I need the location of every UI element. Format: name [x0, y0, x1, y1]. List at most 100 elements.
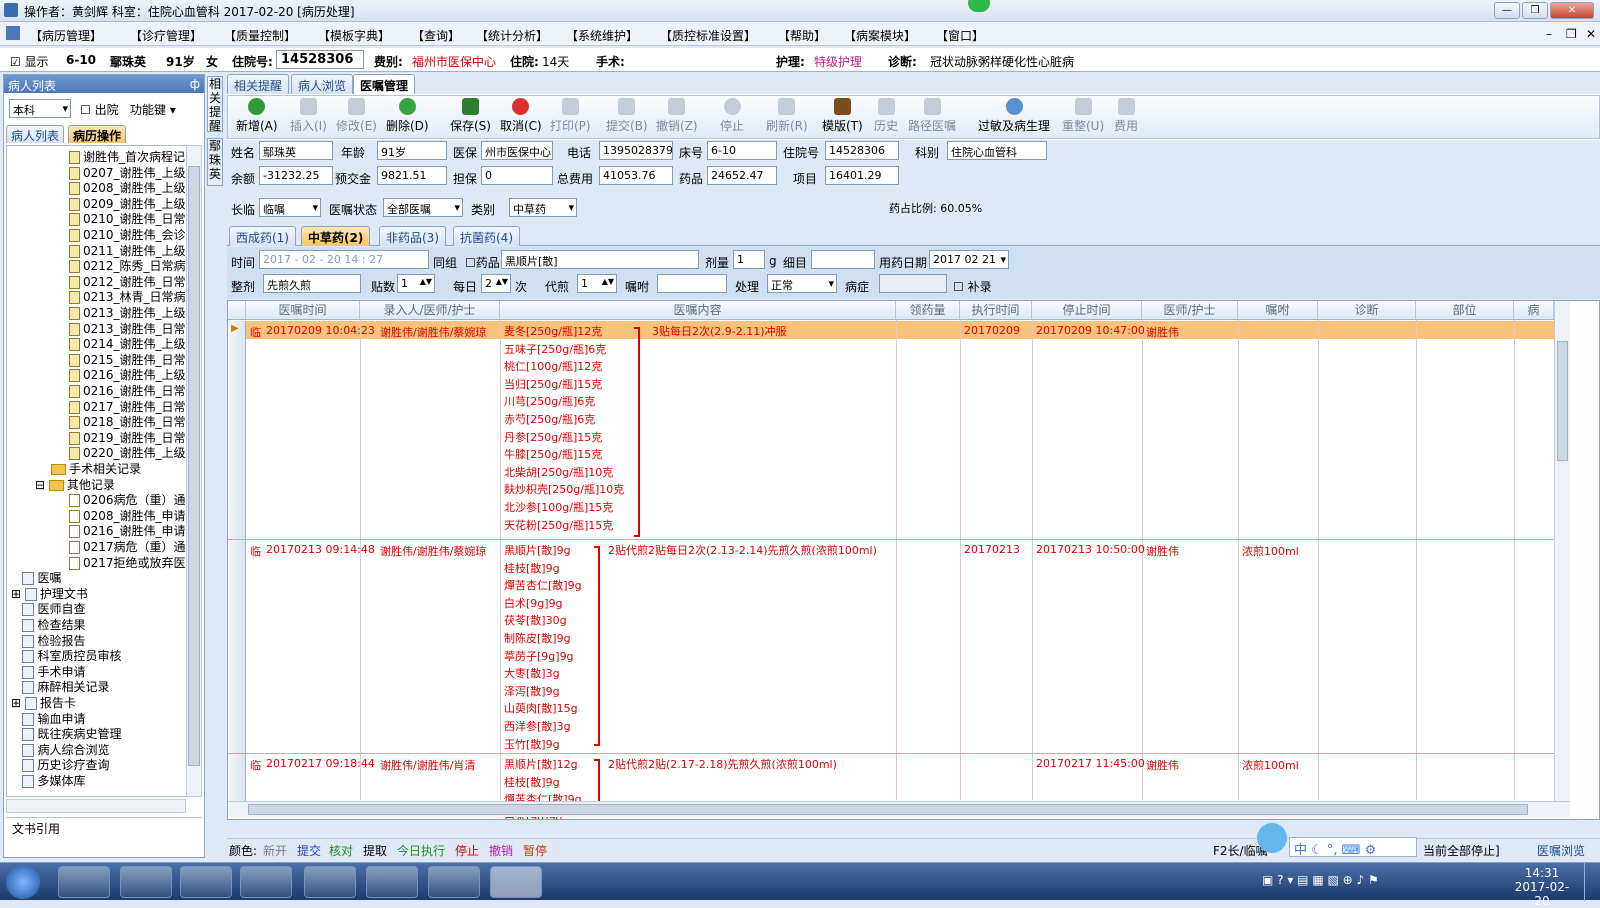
tree-item[interactable]: 0216_谢胜伟_上级 — [69, 366, 186, 383]
instruction-field[interactable] — [657, 274, 727, 293]
col-order-content[interactable]: 医嘱内容 — [500, 301, 896, 320]
ime-toolbar[interactable]: 中 ☾ °, ⌨ ⚙ — [1289, 837, 1417, 858]
col-disease[interactable]: 病 — [1514, 301, 1554, 320]
menu-item[interactable]: 【病案模块】 — [844, 27, 916, 44]
revoke-button[interactable]: 撤销(Z) — [656, 98, 698, 134]
item-cost-field[interactable]: 16401.29 — [825, 166, 899, 185]
tree-group[interactable]: ⊞ 报告卡 — [11, 694, 76, 711]
tab-patient-list[interactable]: 病人列表 — [6, 125, 65, 143]
mdi-restore-icon[interactable]: ❐ — [1566, 27, 1577, 41]
clock[interactable]: 14:31 2017-02-20 — [1512, 866, 1572, 908]
tree-item[interactable]: 0219_谢胜伟_日常 — [69, 429, 186, 446]
tab-patient-browse[interactable]: 病人浏览 — [291, 74, 354, 94]
cancel-button[interactable]: 取消(C) — [500, 98, 542, 134]
drug-checkbox[interactable]: ☐药品 — [465, 254, 500, 271]
tree-group[interactable]: 历史诊疗查询 — [11, 756, 109, 773]
minimize-button[interactable]: — — [1494, 2, 1520, 19]
ime-mascot-icon[interactable] — [1257, 823, 1287, 853]
browser-icon[interactable] — [120, 866, 172, 898]
time-field[interactable]: 2017 - 02 - 20 14 : 27 — [259, 250, 429, 269]
tree-group[interactable]: 麻醉相关记录 — [11, 678, 109, 695]
grid-vscrollbar[interactable] — [1554, 301, 1570, 801]
mdi-close-icon[interactable]: ✕ — [1586, 27, 1596, 41]
tree-group[interactable]: 科室质控员审核 — [11, 647, 121, 664]
tree-folder[interactable]: ⊟ 其他记录 — [35, 476, 115, 493]
col-entered-by[interactable]: 录入人/医师/护士 — [360, 301, 500, 320]
menu-item[interactable]: 【病历管理】 — [30, 27, 102, 44]
tree-item[interactable]: 0217_谢胜伟_日常 — [69, 398, 186, 415]
insert-button[interactable]: 插入(I) — [290, 98, 327, 134]
tree-item[interactable]: 0213_谢胜伟_上级 — [69, 304, 186, 321]
tree-group[interactable]: 检验报告 — [11, 632, 85, 649]
name-field[interactable]: 鄢珠英 — [259, 141, 333, 160]
admit-no-field[interactable]: 14528306 — [825, 141, 899, 160]
menu-item[interactable]: 【模板字典】 — [318, 27, 390, 44]
tree-item[interactable]: 0206病危（重）通 — [69, 491, 186, 508]
tree-item[interactable]: 0216_谢胜伟_日常 — [69, 382, 186, 399]
col-stop-time[interactable]: 停止时间 — [1032, 301, 1142, 320]
dose-field[interactable]: 1 — [733, 250, 765, 269]
dept-select[interactable]: 本科 ▾ — [9, 99, 71, 118]
tree-item[interactable]: 0212_谢胜伟_日常 — [69, 273, 186, 290]
tray-icons[interactable]: ▣ ? ▾ ▤ ▦ ▧ ⊕ ♪ ⚑ — [1262, 873, 1379, 887]
discharged-checkbox[interactable]: ☐ 出院 — [80, 101, 119, 118]
tree-hscrollbar[interactable] — [6, 799, 186, 813]
menu-item[interactable]: 【系统维护】 — [566, 27, 638, 44]
submit-button[interactable]: 提交(B) — [606, 98, 648, 134]
date-field[interactable]: 2017 02 21 ▾ — [929, 250, 1009, 269]
mdi-minimize-icon[interactable]: – — [1546, 27, 1552, 41]
tree-vscrollbar[interactable] — [186, 145, 202, 797]
order-browse-link[interactable]: 医嘱浏览 — [1537, 842, 1585, 859]
tree-item[interactable]: 0212_陈秀_日常病 — [69, 257, 186, 274]
tree-group[interactable]: ⊞ 护理文书 — [11, 585, 88, 602]
menu-item[interactable]: 【质控标准设置】 — [660, 27, 756, 44]
supplement-checkbox[interactable]: ☐ 补录 — [953, 278, 992, 295]
age-field[interactable]: 91岁 — [377, 141, 447, 160]
allergy-button[interactable]: 过敏及病生理 — [978, 98, 1050, 134]
explorer-icon[interactable] — [58, 866, 110, 898]
reorganize-button[interactable]: 重整(U) — [1062, 98, 1104, 134]
tree-item[interactable]: 谢胜伟_首次病程记 — [69, 148, 185, 165]
sql-app-icon[interactable] — [304, 866, 356, 898]
start-button[interactable] — [6, 865, 40, 899]
tab-western-drug[interactable]: 西成药(1) — [229, 226, 296, 246]
tab-herbal-drug[interactable]: 中草药(2) — [301, 226, 371, 246]
edit-button[interactable]: 修改(E) — [336, 98, 377, 134]
tab-non-drug[interactable]: 非药品(3) — [379, 226, 446, 246]
pin-icon[interactable]: ф — [190, 77, 200, 91]
tree-item[interactable]: 0215_谢胜伟_日常 — [69, 351, 186, 368]
col-order-time[interactable]: 医嘱时间 — [246, 301, 360, 320]
tree-item[interactable]: 0220_谢胜伟_上级 — [69, 444, 186, 461]
balance-field[interactable]: -31232.25 — [259, 166, 333, 185]
tree-group[interactable]: 既往疾病史管理 — [11, 725, 121, 742]
tree-item[interactable]: 0210_谢胜伟_日常 — [69, 210, 186, 227]
tree-item[interactable]: 0207_谢胜伟_上级 — [69, 164, 186, 181]
stop-button[interactable]: 停止 — [720, 98, 744, 134]
packs-stepper[interactable]: 1 ▲▼ — [397, 274, 435, 293]
tree-group[interactable]: 手术申请 — [11, 663, 85, 680]
tree-group[interactable]: 多媒体库 — [11, 772, 85, 789]
col-diagnosis[interactable]: 诊断 — [1318, 301, 1416, 320]
order-status-select[interactable]: 全部医嘱 ▾ — [383, 198, 463, 217]
delete-button[interactable]: 删除(D) — [386, 98, 429, 134]
notepad-icon[interactable] — [366, 866, 418, 898]
insurance-field[interactable]: 州市医保中心 — [481, 141, 553, 160]
tree-item[interactable]: 0217拒绝或放弃医 — [69, 554, 186, 571]
admit-number-field[interactable]: 14528306 — [276, 50, 364, 69]
menu-item[interactable]: 【窗口】 — [936, 27, 984, 44]
order-type-select[interactable]: 临嘱 ▾ — [259, 198, 321, 217]
phone-field[interactable]: 13950283799 — [599, 141, 673, 160]
medical-app-icon[interactable] — [428, 866, 480, 898]
bed-field[interactable]: 6-10 — [707, 141, 777, 160]
tree-group[interactable]: 病人综合浏览 — [11, 741, 109, 758]
col-site[interactable]: 部位 — [1416, 301, 1514, 320]
tree-item[interactable]: 0214_谢胜伟_上级 — [69, 335, 186, 352]
menu-item[interactable]: 【帮助】 — [778, 27, 826, 44]
menu-item[interactable]: 【质量控制】 — [224, 27, 296, 44]
process-select[interactable]: 正常 ▾ — [767, 274, 837, 293]
drug-field[interactable]: 黑顺片[散] — [501, 250, 699, 269]
tree-folder[interactable]: 手术相关记录 — [51, 460, 141, 477]
col-dispense-qty[interactable]: 领药量 — [896, 301, 960, 320]
show-checkbox[interactable]: ☑ 显示 — [10, 53, 49, 70]
tree-group[interactable]: 医嘱 — [11, 569, 61, 586]
